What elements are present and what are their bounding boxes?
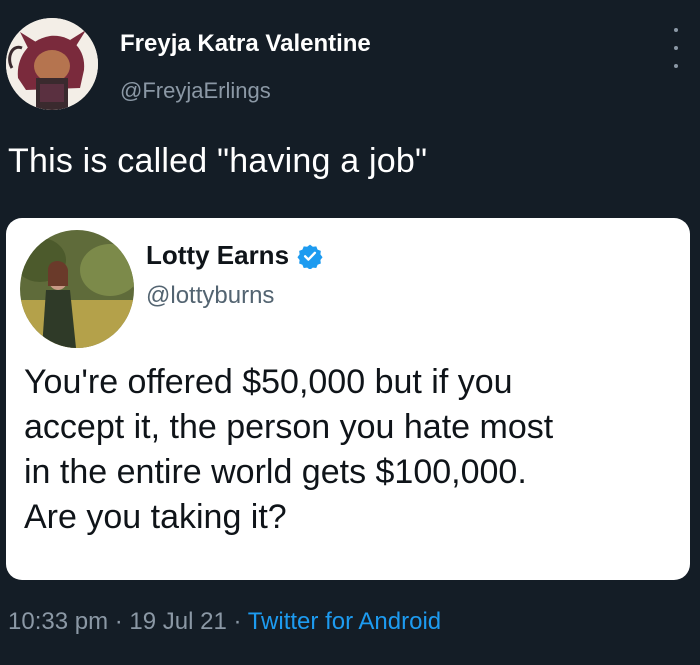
meta-separator: · — [108, 608, 130, 635]
quoted-tweet-line: You're offered $50,000 but if you — [24, 363, 513, 401]
more-vertical-icon[interactable] — [664, 28, 688, 68]
quoted-author-name[interactable]: Lotty Earns — [146, 240, 289, 271]
quoted-author-name-row[interactable]: Lotty Earns — [146, 240, 323, 271]
quoted-tweet-body: You're offered $50,000 but if you accept… — [24, 360, 684, 540]
quoted-author-handle[interactable]: @lottyburns — [146, 282, 274, 310]
author-avatar[interactable] — [6, 18, 98, 110]
author-name[interactable]: Freyja Katra Valentine — [120, 30, 371, 58]
tweet-date[interactable]: 19 Jul 21 — [129, 608, 226, 635]
tweet-meta: 10:33 pm · 19 Jul 21 · Twitter for Andro… — [8, 608, 441, 636]
quoted-tweet[interactable]: Lotty Earns @lottyburns You're offered $… — [6, 218, 690, 580]
meta-separator: · — [226, 608, 248, 635]
quoted-author-avatar — [20, 230, 134, 348]
quoted-tweet-line: Are you taking it? — [24, 498, 287, 536]
tweet-source-link[interactable]: Twitter for Android — [248, 608, 441, 635]
quoted-tweet-line: in the entire world gets $100,000. — [24, 453, 527, 491]
quoted-tweet-line: accept it, the person you hate most — [24, 408, 554, 446]
tweet: Freyja Katra Valentine @FreyjaErlings Th… — [0, 0, 700, 665]
verified-badge-icon — [297, 244, 323, 269]
author-handle[interactable]: @FreyjaErlings — [120, 78, 271, 104]
tweet-text: This is called "having a job" — [8, 142, 428, 180]
tweet-time[interactable]: 10:33 pm — [8, 608, 108, 635]
